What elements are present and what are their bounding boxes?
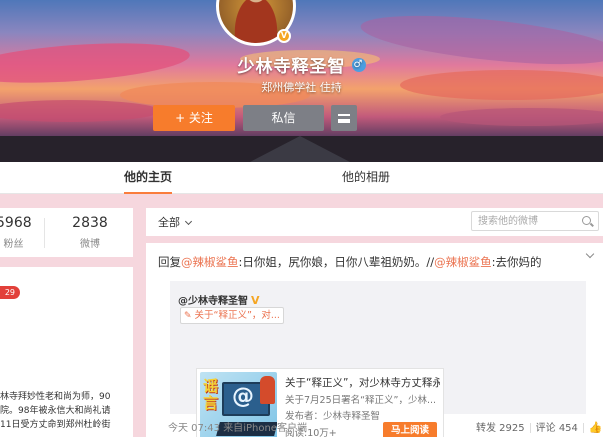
filter-all-label: 全部 bbox=[158, 216, 180, 229]
topic-tag-text: 关于“释正义”，对... bbox=[194, 310, 280, 321]
repost-button[interactable]: 转发 2925 bbox=[476, 419, 525, 434]
feed-post: 回复@辣椒鲨鱼:日你姐，尻你娘，日你八辈祖奶奶。//@辣椒鲨鱼:去你妈的 @少林… bbox=[146, 243, 603, 437]
level-badge: 29 bbox=[0, 286, 20, 299]
feed-filter-bar: 全部 bbox=[146, 208, 603, 236]
comment-button[interactable]: 评论 454 bbox=[536, 419, 578, 434]
repost-user-name: @少林寺释圣智 bbox=[178, 296, 248, 307]
thumb-figure bbox=[260, 376, 275, 404]
profile-cover: V 少林寺释圣智 ♂ 郑州佛学社 住持 + 关注 私信 bbox=[0, 0, 603, 162]
message-button[interactable]: 私信 bbox=[243, 105, 324, 131]
male-icon: ♂ bbox=[351, 57, 366, 72]
tab-home[interactable]: 他的主页 bbox=[124, 162, 173, 194]
action-divider bbox=[582, 423, 584, 433]
profile-name-text: 少林寺释圣智 bbox=[237, 57, 346, 77]
verified-icon: V bbox=[251, 294, 260, 307]
post-source[interactable]: iPhone客户端 bbox=[243, 423, 307, 434]
tab-album[interactable]: 他的相册 bbox=[342, 162, 390, 194]
bio-text: 林寺拜妙性老和尚为师，90 院。98年被永信大和尚礼请 11日受方丈命到郑州杜岭… bbox=[0, 390, 133, 432]
search-icon[interactable] bbox=[582, 216, 591, 225]
article-title[interactable]: 关于“释正义”，对少林寺方丈释永... bbox=[285, 375, 440, 390]
follow-button[interactable]: + 关注 bbox=[153, 105, 235, 131]
bio-line: 林寺拜妙性老和尚为师，90 bbox=[0, 392, 111, 402]
post-text: 回复@辣椒鲨鱼:日你姐，尻你娘，日你八辈祖奶奶。//@辣椒鲨鱼:去你妈的 bbox=[158, 254, 542, 270]
bio-line: 院。98年被永信大和尚礼请 bbox=[0, 406, 111, 416]
mention-link[interactable]: @辣椒鲨鱼 bbox=[434, 255, 492, 269]
weibo-label: 微博 bbox=[80, 239, 100, 250]
post-source-prefix: 来自 bbox=[223, 423, 244, 434]
fans-label: 粉丝 bbox=[3, 239, 24, 250]
profile-intro: 郑州佛学社 住持 bbox=[261, 81, 342, 94]
post-menu-chevron-icon[interactable] bbox=[585, 249, 595, 259]
chevron-down-icon bbox=[184, 217, 193, 226]
stats-divider bbox=[44, 218, 45, 248]
article-desc: 关于7月25日署名“释正义”，少林... bbox=[285, 395, 437, 406]
verified-badge-icon: V bbox=[277, 29, 291, 43]
reposted-content: @少林寺释圣智 V ✎ 关于“释正义”，对... @ 谣言 关于“释正义”，对少林寺… bbox=[170, 281, 586, 437]
read-now-button[interactable]: 马上阅读 bbox=[383, 422, 437, 437]
at-symbol-icon: @ bbox=[232, 384, 254, 409]
cover-cloud bbox=[440, 108, 603, 126]
like-button[interactable]: 👍37 bbox=[589, 421, 603, 434]
filter-all-dropdown[interactable]: 全部 bbox=[158, 214, 193, 230]
post-text-mid: :日你姐，尻你娘，日你八辈祖奶奶。// bbox=[238, 255, 435, 269]
cover-road bbox=[250, 136, 350, 162]
repost-user[interactable]: @少林寺释圣智 V bbox=[178, 292, 261, 307]
bio-line: 11日受方丈命到郑州杜岭街 bbox=[0, 420, 111, 430]
topic-tag[interactable]: ✎ 关于“释正义”，对... bbox=[180, 307, 284, 324]
fans-stat[interactable]: 5968 粉丝 bbox=[0, 214, 32, 250]
weibo-stat[interactable]: 2838 微博 bbox=[68, 214, 112, 250]
mention-link[interactable]: @辣椒鲨鱼 bbox=[181, 255, 239, 269]
thumb-word: 谣言 bbox=[203, 377, 219, 412]
post-actions: 转发 2925 评论 454 👍37 bbox=[476, 419, 603, 434]
link-icon: ✎ bbox=[184, 311, 192, 321]
profile-tabs: 他的主页 他的相册 bbox=[0, 162, 603, 194]
weibo-count: 2838 bbox=[72, 215, 108, 231]
post-text-prefix: 回复 bbox=[158, 255, 181, 269]
profile-name: 少林寺释圣智 ♂ bbox=[0, 52, 603, 77]
cover-cloud bbox=[0, 100, 160, 122]
menu-icon bbox=[338, 114, 350, 123]
profile-info-card: 29 林寺拜妙性老和尚为师，90 院。98年被永信大和尚礼请 11日受方丈命到郑… bbox=[0, 267, 133, 437]
thumbs-up-icon: 👍 bbox=[588, 421, 603, 434]
more-menu-button[interactable] bbox=[331, 105, 357, 131]
action-divider bbox=[529, 423, 531, 433]
post-time[interactable]: 今天 07:43 bbox=[168, 423, 220, 434]
fans-count: 5968 bbox=[0, 215, 32, 231]
post-meta: 今天 07:43 来自iPhone客户端 bbox=[168, 419, 307, 434]
stats-card: 5968 粉丝 2838 微博 bbox=[0, 208, 133, 257]
weibo-search-input[interactable] bbox=[471, 211, 599, 231]
post-text-suffix: :去你妈的 bbox=[491, 255, 542, 269]
